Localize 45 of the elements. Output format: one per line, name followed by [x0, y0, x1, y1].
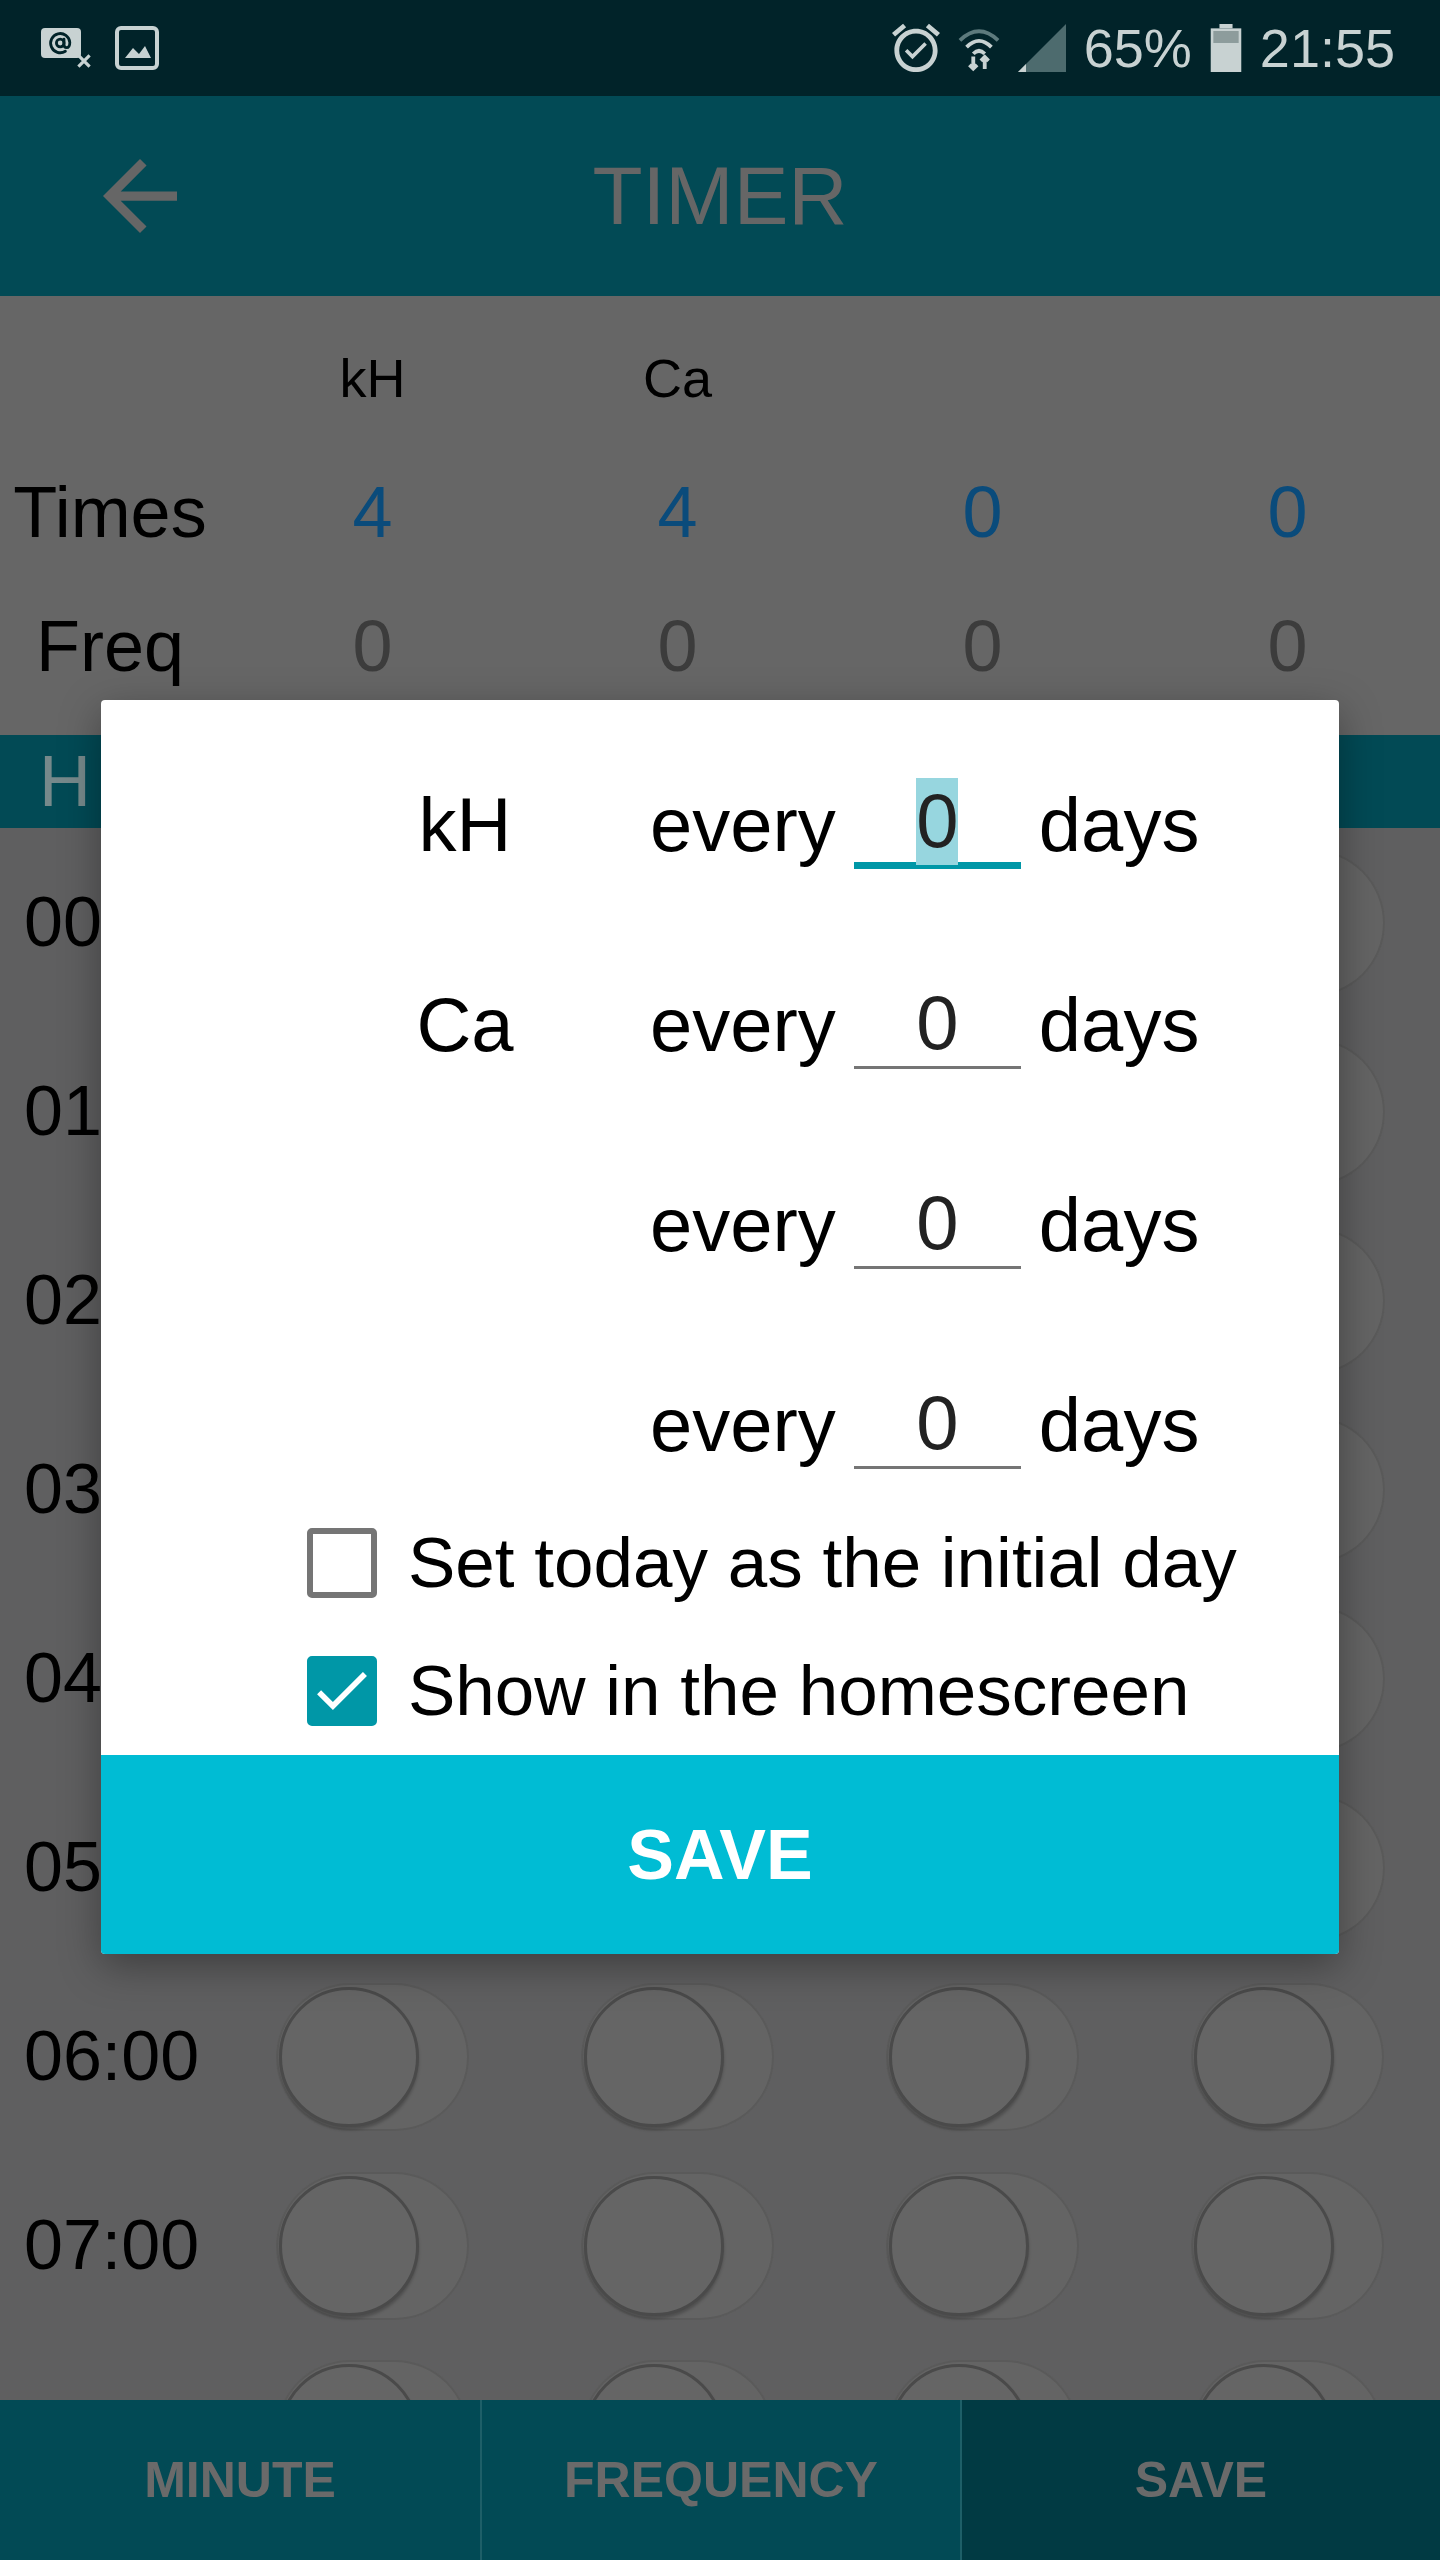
at-sign-icon — [41, 28, 91, 68]
number-field[interactable]: 0 — [853, 1381, 1021, 1469]
parameter-label: kH — [418, 781, 512, 869]
checkbox-label[interactable]: Show in the homescreen — [408, 1650, 1190, 1732]
field-prefix: every — [650, 1381, 836, 1469]
signal-icon — [1017, 24, 1066, 72]
count-value: 0 — [962, 470, 1003, 554]
checkbox[interactable] — [307, 1528, 377, 1598]
number-field[interactable]: 0 — [853, 981, 1021, 1069]
alarm-clock-icon — [891, 23, 940, 73]
number-field[interactable]: 0 — [853, 781, 1021, 869]
number-field[interactable]: 0 — [853, 1181, 1021, 1269]
count-value: 4 — [352, 470, 393, 554]
image-icon — [115, 26, 159, 70]
field-suffix: days — [1038, 1181, 1200, 1269]
section-title: H — [39, 741, 91, 822]
check-icon — [317, 1672, 367, 1710]
field-prefix: every — [650, 781, 836, 869]
field-prefix: every — [650, 981, 836, 1069]
field-suffix: days — [1038, 781, 1200, 869]
back-arrow-icon[interactable] — [103, 159, 177, 233]
count-value: 4 — [657, 470, 698, 554]
clock-text: 21:55 — [1259, 21, 1395, 75]
field-suffix: days — [1038, 981, 1200, 1069]
time-label: 06:00 — [24, 2016, 200, 2097]
checkbox-label[interactable]: Set today as the initial day — [408, 1522, 1237, 1604]
count-value: 0 — [1267, 470, 1308, 554]
row-header: Freq — [35, 604, 184, 688]
parameter-label: Ca — [416, 981, 514, 1069]
column-header: Ca — [643, 346, 712, 410]
field-suffix: days — [1038, 1381, 1200, 1469]
app-title: TIMER — [592, 150, 848, 242]
time-label: 07:00 — [24, 2205, 200, 2286]
row-header: Times — [13, 470, 207, 554]
checkbox[interactable] — [307, 1656, 377, 1726]
time-label: 03 — [24, 1449, 102, 1530]
time-label: 01 — [24, 1071, 102, 1152]
time-label: 04 — [24, 1638, 102, 1719]
field-prefix: every — [650, 1181, 836, 1269]
battery-percent: 65% — [1083, 21, 1192, 75]
battery-icon — [1209, 24, 1242, 72]
column-header: kH — [339, 346, 406, 410]
time-label: 02 — [24, 1260, 102, 1341]
time-label: 05 — [24, 1827, 102, 1908]
time-label: 00 — [24, 882, 102, 963]
